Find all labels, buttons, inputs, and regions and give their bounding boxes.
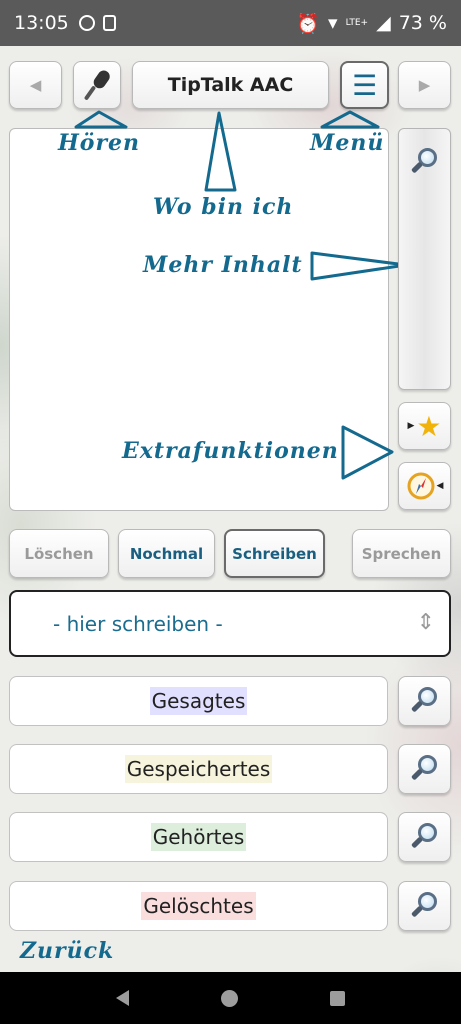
list-item-label: Gelöschtes bbox=[141, 892, 256, 920]
annotation-extra-functions: Extrafunktionen bbox=[122, 438, 339, 464]
write-label: Schreiben bbox=[232, 544, 317, 563]
compass-icon bbox=[407, 472, 435, 500]
nav-home-icon[interactable] bbox=[221, 989, 238, 1007]
nav-back-icon[interactable] bbox=[116, 990, 129, 1006]
delete-label: Löschen bbox=[24, 544, 94, 563]
menu-pointer-arrow bbox=[320, 110, 380, 129]
extras-pointer-arrow bbox=[341, 425, 394, 480]
list-item-label: Gesagtes bbox=[149, 687, 248, 715]
pointer-small-left-icon: ◀ bbox=[436, 481, 444, 491]
list-search-button[interactable] bbox=[398, 812, 451, 862]
delete-button[interactable]: Löschen bbox=[9, 529, 109, 578]
scroll-track[interactable] bbox=[398, 128, 451, 390]
list-item[interactable]: Gesagtes bbox=[9, 676, 388, 726]
favorites-button[interactable]: ▶ ★ bbox=[398, 402, 451, 450]
nav-recent-icon[interactable] bbox=[330, 990, 345, 1006]
list-item[interactable]: Gespeichertes bbox=[9, 744, 388, 794]
compass-button[interactable]: ◀ bbox=[398, 462, 451, 510]
search-icon[interactable] bbox=[410, 147, 439, 177]
again-button[interactable]: Nochmal bbox=[118, 529, 215, 578]
annotation-more-content: Mehr Inhalt bbox=[143, 252, 303, 278]
list-item-label: Gehörtes bbox=[150, 823, 247, 851]
resize-toggle-icon[interactable]: ⇕ bbox=[417, 610, 435, 635]
search-icon bbox=[410, 822, 439, 852]
again-label: Nochmal bbox=[129, 544, 204, 563]
list-search-button[interactable] bbox=[398, 881, 451, 931]
list-search-button[interactable] bbox=[398, 676, 451, 726]
list-item[interactable]: Gelöschtes bbox=[9, 881, 388, 931]
search-icon bbox=[410, 891, 439, 921]
annotation-back: Zurück bbox=[20, 938, 115, 964]
scroll-pointer-arrow bbox=[310, 251, 408, 281]
annotation-menu: Menü bbox=[310, 130, 385, 156]
write-button[interactable]: Schreiben bbox=[224, 529, 325, 578]
annotation-where-am-i: Wo bin ich bbox=[153, 194, 294, 220]
star-icon: ★ bbox=[416, 409, 442, 443]
list-item[interactable]: Gehörtes bbox=[9, 812, 388, 862]
annotation-listen: Hören bbox=[58, 130, 141, 156]
list-search-button[interactable] bbox=[398, 744, 451, 794]
listen-pointer-arrow bbox=[74, 110, 128, 129]
search-icon bbox=[410, 754, 439, 784]
list-item-label: Gespeichertes bbox=[124, 755, 273, 783]
write-placeholder: - hier schreiben - bbox=[53, 611, 223, 636]
system-navigation-bar bbox=[0, 972, 461, 1024]
search-icon bbox=[410, 686, 439, 716]
title-pointer-arrow bbox=[204, 111, 237, 192]
speak-button[interactable]: Sprechen bbox=[352, 529, 451, 578]
speak-label: Sprechen bbox=[361, 544, 442, 563]
write-input[interactable]: - hier schreiben - ⇕ bbox=[9, 590, 451, 657]
pointer-small-icon: ▶ bbox=[407, 421, 415, 431]
